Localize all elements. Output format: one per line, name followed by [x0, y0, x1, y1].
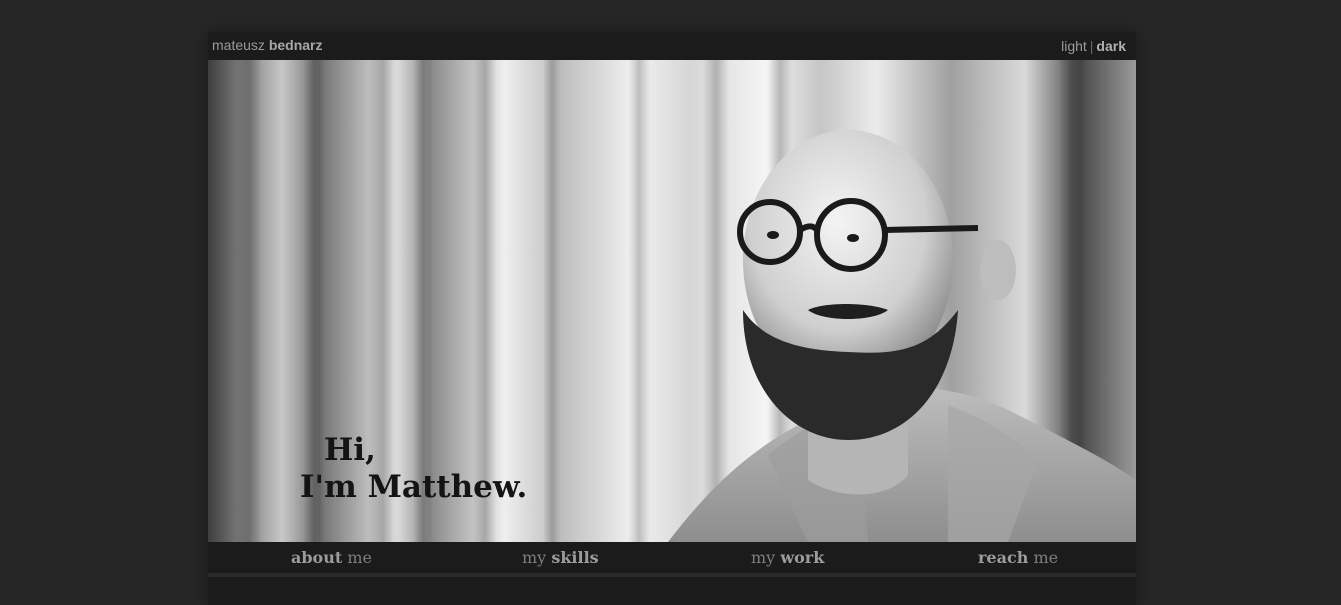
nav-work-strong: work: [780, 548, 825, 567]
nav-skills-strong: skills: [551, 548, 599, 567]
nav-work-light: my: [751, 548, 776, 567]
main-navigation: about me my skills my work reach me: [208, 542, 1136, 573]
nav-reach-light: me: [1033, 548, 1059, 567]
nav-about-strong: about: [291, 548, 343, 567]
nav-about-me[interactable]: about me: [291, 548, 372, 567]
brand-first-name: mateusz: [212, 37, 265, 53]
theme-dark-link[interactable]: dark: [1096, 38, 1126, 54]
content-area: [208, 577, 1136, 605]
greeting-line-2: I'm Matthew.: [300, 469, 528, 505]
nav-about-light: me: [347, 548, 372, 567]
site-brand[interactable]: mateusz bednarz: [212, 37, 323, 53]
nav-reach-strong: reach: [978, 548, 1029, 567]
theme-light-link[interactable]: light: [1061, 38, 1087, 54]
theme-switch: light | dark: [1061, 38, 1126, 54]
brand-last-name: bednarz: [268, 37, 323, 53]
nav-my-work[interactable]: my work: [751, 548, 824, 567]
theme-separator: |: [1089, 38, 1094, 54]
nav-reach-me[interactable]: reach me: [978, 548, 1058, 567]
nav-my-skills[interactable]: my skills: [522, 548, 599, 567]
hero-banner: Hi, I'm Matthew.: [208, 60, 1136, 542]
greeting-line-1: Hi,: [324, 432, 376, 468]
page-container: mateusz bednarz light | dark Hi, I'm Mat…: [208, 32, 1136, 605]
hero-greeting: Hi, I'm Matthew.: [300, 432, 527, 506]
nav-skills-light: my: [522, 548, 547, 567]
top-bar: mateusz bednarz light | dark: [208, 32, 1136, 60]
